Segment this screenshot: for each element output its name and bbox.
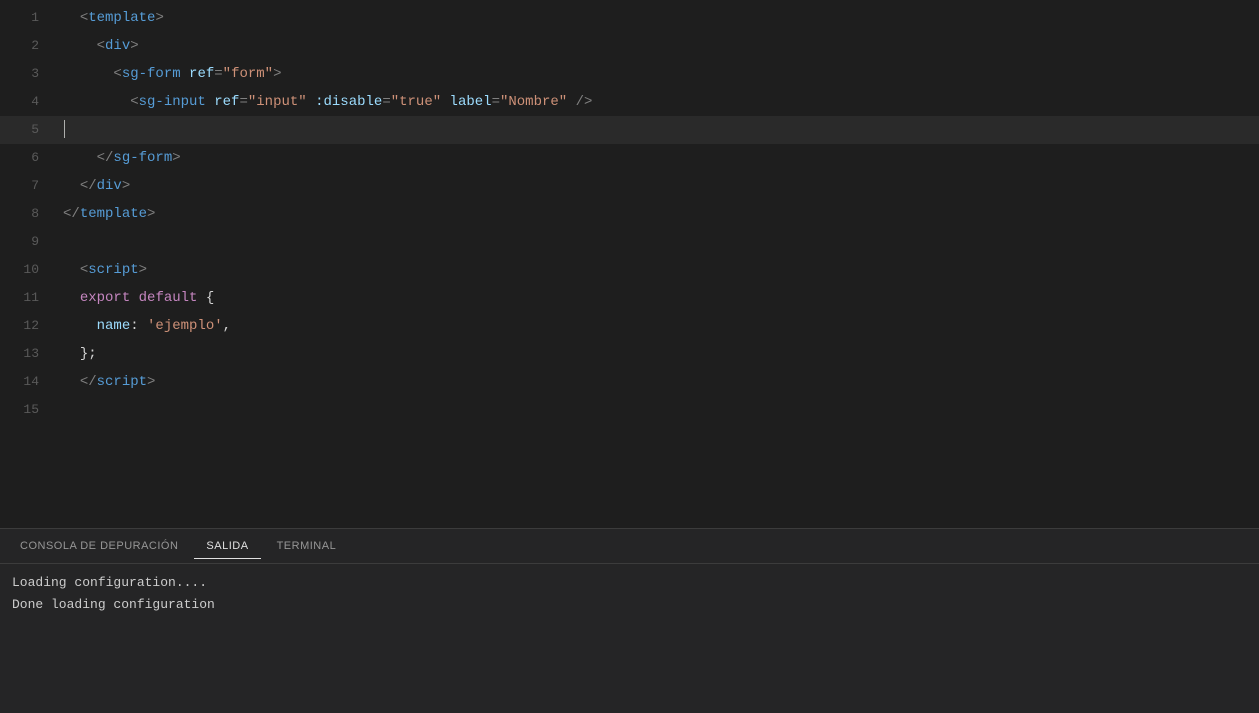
line-content <box>55 116 1259 144</box>
line-content: export default { <box>55 284 1259 312</box>
text-cursor <box>64 120 65 138</box>
output-line: Loading configuration.... <box>12 572 1247 594</box>
line-number: 10 <box>0 256 55 284</box>
line-content: <sg-input ref="input" :disable="true" la… <box>55 88 1259 116</box>
panel-tab-debug[interactable]: CONSOLA DE DEPURACIÓN <box>8 534 190 558</box>
line-number: 1 <box>0 4 55 32</box>
code-line: 7 </div> <box>0 172 1259 200</box>
code-line: 8</template> <box>0 200 1259 228</box>
code-line: 14 </script> <box>0 368 1259 396</box>
output-text: Loading configuration....Done loading co… <box>12 572 1247 616</box>
panel-tab-output[interactable]: SALIDA <box>194 534 260 558</box>
line-content: }; <box>55 340 1259 368</box>
code-line: 13 }; <box>0 340 1259 368</box>
line-number: 3 <box>0 60 55 88</box>
code-lines-container: 1 <template>2 <div>3 <sg-form ref="form"… <box>0 4 1259 528</box>
line-number: 8 <box>0 200 55 228</box>
output-line: Done loading configuration <box>12 594 1247 616</box>
line-number: 4 <box>0 88 55 116</box>
panel-tabs: CONSOLA DE DEPURACIÓNSALIDATERMINAL <box>0 529 1259 564</box>
code-line: 3 <sg-form ref="form"> <box>0 60 1259 88</box>
code-line: 11 export default { <box>0 284 1259 312</box>
bottom-panel: CONSOLA DE DEPURACIÓNSALIDATERMINAL Load… <box>0 528 1259 713</box>
line-number: 12 <box>0 312 55 340</box>
line-number: 9 <box>0 228 55 256</box>
line-number: 11 <box>0 284 55 312</box>
line-number: 14 <box>0 368 55 396</box>
code-line: 15 <box>0 396 1259 424</box>
code-line: 6 </sg-form> <box>0 144 1259 172</box>
code-line: 12 name: 'ejemplo', <box>0 312 1259 340</box>
code-line: 4 <sg-input ref="input" :disable="true" … <box>0 88 1259 116</box>
line-number: 5 <box>0 116 55 144</box>
line-content: name: 'ejemplo', <box>55 312 1259 340</box>
line-content <box>55 228 1259 256</box>
code-line: 10 <script> <box>0 256 1259 284</box>
line-content: </script> <box>55 368 1259 396</box>
code-line: 9 <box>0 228 1259 256</box>
line-content: <script> <box>55 256 1259 284</box>
line-number: 13 <box>0 340 55 368</box>
line-content: <sg-form ref="form"> <box>55 60 1259 88</box>
line-number: 15 <box>0 396 55 424</box>
line-content: <template> <box>55 4 1259 32</box>
line-content <box>55 396 1259 424</box>
line-number: 6 <box>0 144 55 172</box>
code-line: 2 <div> <box>0 32 1259 60</box>
line-number: 2 <box>0 32 55 60</box>
code-line: 5 <box>0 116 1259 144</box>
line-number: 7 <box>0 172 55 200</box>
line-content: </template> <box>55 200 1259 228</box>
panel-tab-terminal[interactable]: TERMINAL <box>265 534 349 558</box>
code-editor[interactable]: 1 <template>2 <div>3 <sg-form ref="form"… <box>0 0 1259 528</box>
line-content: </sg-form> <box>55 144 1259 172</box>
line-content: <div> <box>55 32 1259 60</box>
code-line: 1 <template> <box>0 4 1259 32</box>
panel-content: Loading configuration....Done loading co… <box>0 564 1259 713</box>
line-content: </div> <box>55 172 1259 200</box>
